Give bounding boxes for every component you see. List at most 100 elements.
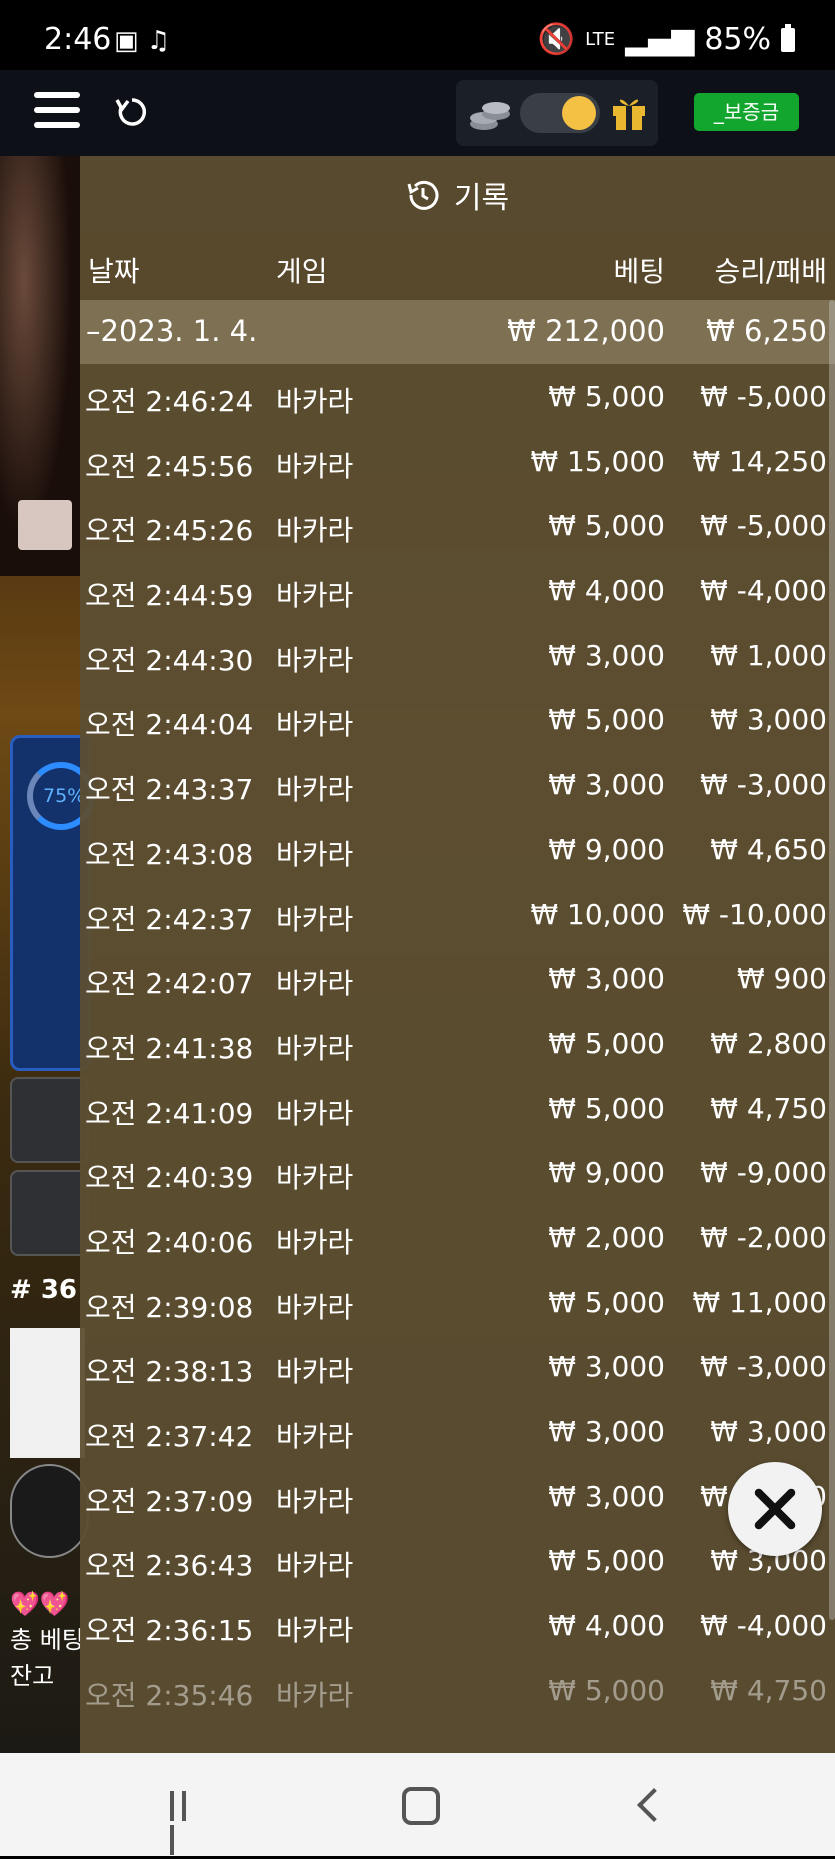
recent-apps-icon[interactable] [170,1791,202,1855]
row-time: 오전 2:46:24 [85,385,254,418]
row-result: ₩ -3,000 [700,768,827,802]
chips-icon[interactable] [468,94,512,134]
round-number: # 36 [10,1275,78,1305]
row-bet: ₩ 5,000 [548,1091,665,1125]
column-headers: 날짜 게임 베팅 승리/패배 [80,234,835,300]
row-game: 바카라 [276,773,354,807]
battery-icon [781,23,795,52]
row-game: 바카라 [276,967,354,1001]
row-result: ₩ 4,750 [710,1673,827,1707]
progress-card: 75% [10,735,95,1071]
row-game: 바카라 [276,449,354,483]
row-bet: ₩ 10,000 [530,897,665,931]
history-row: 오전 2:38:13 바카라 ₩ 3,000 ₩ -3,000 [80,1338,835,1403]
row-bet: ₩ 5,000 [548,1285,665,1319]
row-result: ₩ 900 [736,962,827,996]
row-result: ₩ -5,000 [700,509,827,543]
row-game: 바카라 [276,1031,354,1065]
battery-percent: 85% [704,22,771,57]
row-time: 오전 2:45:26 [85,514,254,548]
toolbox [456,80,658,146]
row-result: ₩ -4,000 [700,574,827,608]
status-bar: 2:46 ▣ ♫ 🔇 LTE ▂▄▆ 85% [0,0,835,70]
row-bet: ₩ 3,000 [548,962,665,996]
row-time: 오전 2:43:08 [85,837,254,871]
row-bet: ₩ 5,000 [548,509,665,543]
col-date: 날짜 [88,255,140,288]
row-game: 바카라 [276,1225,354,1259]
row-bet: ₩ 5,000 [548,1673,665,1707]
history-list: 오전 2:46:24 바카라 ₩ 5,000 ₩ -5,000 오전 2:45:56 바카… [80,368,835,1726]
history-header: 기록 [80,156,835,234]
lte-icon: LTE [585,29,616,50]
row-time: 오전 2:36:15 [85,1614,254,1648]
history-row: 오전 2:40:39 바카라 ₩ 9,000 ₩ -9,000 [80,1144,835,1209]
chip-button[interactable] [10,1464,89,1558]
balance-label: 잔고 [10,1662,55,1690]
side-button-2[interactable] [10,1170,89,1256]
side-button-1[interactable] [10,1077,89,1163]
deposit-button[interactable]: _보증금 [694,93,799,131]
row-game: 바카라 [276,902,354,936]
history-row: 오전 2:41:38 바카라 ₩ 5,000 ₩ 2,800 [80,1015,835,1080]
row-game: 바카라 [276,1678,354,1712]
row-time: 오전 2:40:06 [85,1225,254,1259]
row-result: ₩ 3,000 [710,703,827,737]
row-game: 바카라 [276,1614,354,1648]
roadmap [10,1328,85,1458]
row-time: 오전 2:42:37 [85,902,254,936]
row-game: 바카라 [276,1161,354,1195]
row-time: 오전 2:38:13 [85,1355,254,1389]
history-row: 오전 2:42:37 바카라 ₩ 10,000 ₩ -10,000 [80,886,835,951]
row-game: 바카라 [276,708,354,742]
history-row: 오전 2:43:37 바카라 ₩ 3,000 ₩ -3,000 [80,756,835,821]
row-game: 바카라 [276,1290,354,1324]
row-result: ₩ -9,000 [700,1156,827,1190]
mode-toggle[interactable] [520,93,600,133]
history-row: 오전 2:42:07 바카라 ₩ 3,000 ₩ 900 [80,950,835,1015]
row-result: ₩ 14,250 [692,444,827,478]
hamburger-menu-icon[interactable] [34,92,80,132]
row-bet: ₩ 15,000 [530,444,665,478]
row-time: 오전 2:36:43 [85,1549,254,1583]
status-time: 2:46 [44,22,112,57]
history-row: 오전 2:46:24 바카라 ₩ 5,000 ₩ -5,000 [80,368,835,433]
row-result: ₩ -2,000 [700,1220,827,1254]
history-row: 오전 2:37:09바카라₩ 3,000₩ -3,000 [80,1468,835,1533]
row-game: 바카라 [276,643,354,677]
row-game: 바카라 [276,579,354,613]
close-icon[interactable] [728,1462,822,1556]
history-row: 오전 2:40:06 바카라 ₩ 2,000 ₩ -2,000 [80,1209,835,1274]
home-icon[interactable] [402,1787,440,1825]
day-date: –2023. 1. 4. [86,314,258,348]
history-row: 오전 2:36:15 바카라 ₩ 4,000 ₩ -4,000 [80,1597,835,1662]
col-bet: 베팅 [613,255,665,288]
history-row: 오전 2:39:08 바카라 ₩ 5,000 ₩ 11,000 [80,1274,835,1339]
row-time: 오전 2:44:04 [85,708,254,742]
row-result: ₩ -5,000 [700,380,827,413]
reload-icon[interactable] [112,92,152,132]
row-game: 바카라 [276,385,354,418]
row-time: 오전 2:44:30 [85,643,254,677]
day-result-total: ₩ 6,250 [706,314,827,348]
row-time: 오전 2:39:08 [85,1290,254,1324]
row-bet: ₩ 5,000 [548,703,665,737]
game-topbar: _보증금 [0,70,835,156]
row-game: 바카라 [276,1420,354,1453]
history-row: 오전 2:35:46 바카라 ₩ 5,000 ₩ 4,750 [80,1662,835,1727]
scrollbar[interactable] [829,300,835,1620]
row-result: ₩ -4,000 [700,1609,827,1643]
gift-icon[interactable] [610,92,648,132]
day-summary-row[interactable]: –2023. 1. 4. ₩ 212,000 ₩ 6,250 [80,300,835,364]
row-result: ₩ 11,000 [692,1285,827,1319]
back-icon[interactable] [637,1788,671,1822]
row-game: 바카라 [276,837,354,871]
hearts-icon: 💖💖 [10,1590,70,1618]
row-bet: ₩ 3,000 [548,1479,665,1513]
history-title: 기록 [453,181,510,216]
history-row: 오전 2:45:26 바카라 ₩ 5,000 ₩ -5,000 [80,497,835,562]
row-time: 오전 2:35:46 [85,1678,254,1712]
day-bet-total: ₩ 212,000 [507,314,665,348]
history-panel: 기록 날짜 게임 베팅 승리/패배 –2023. 1. 4. ₩ 212,000… [80,156,835,1753]
signal-icon: ▂▄▆ [625,22,695,57]
